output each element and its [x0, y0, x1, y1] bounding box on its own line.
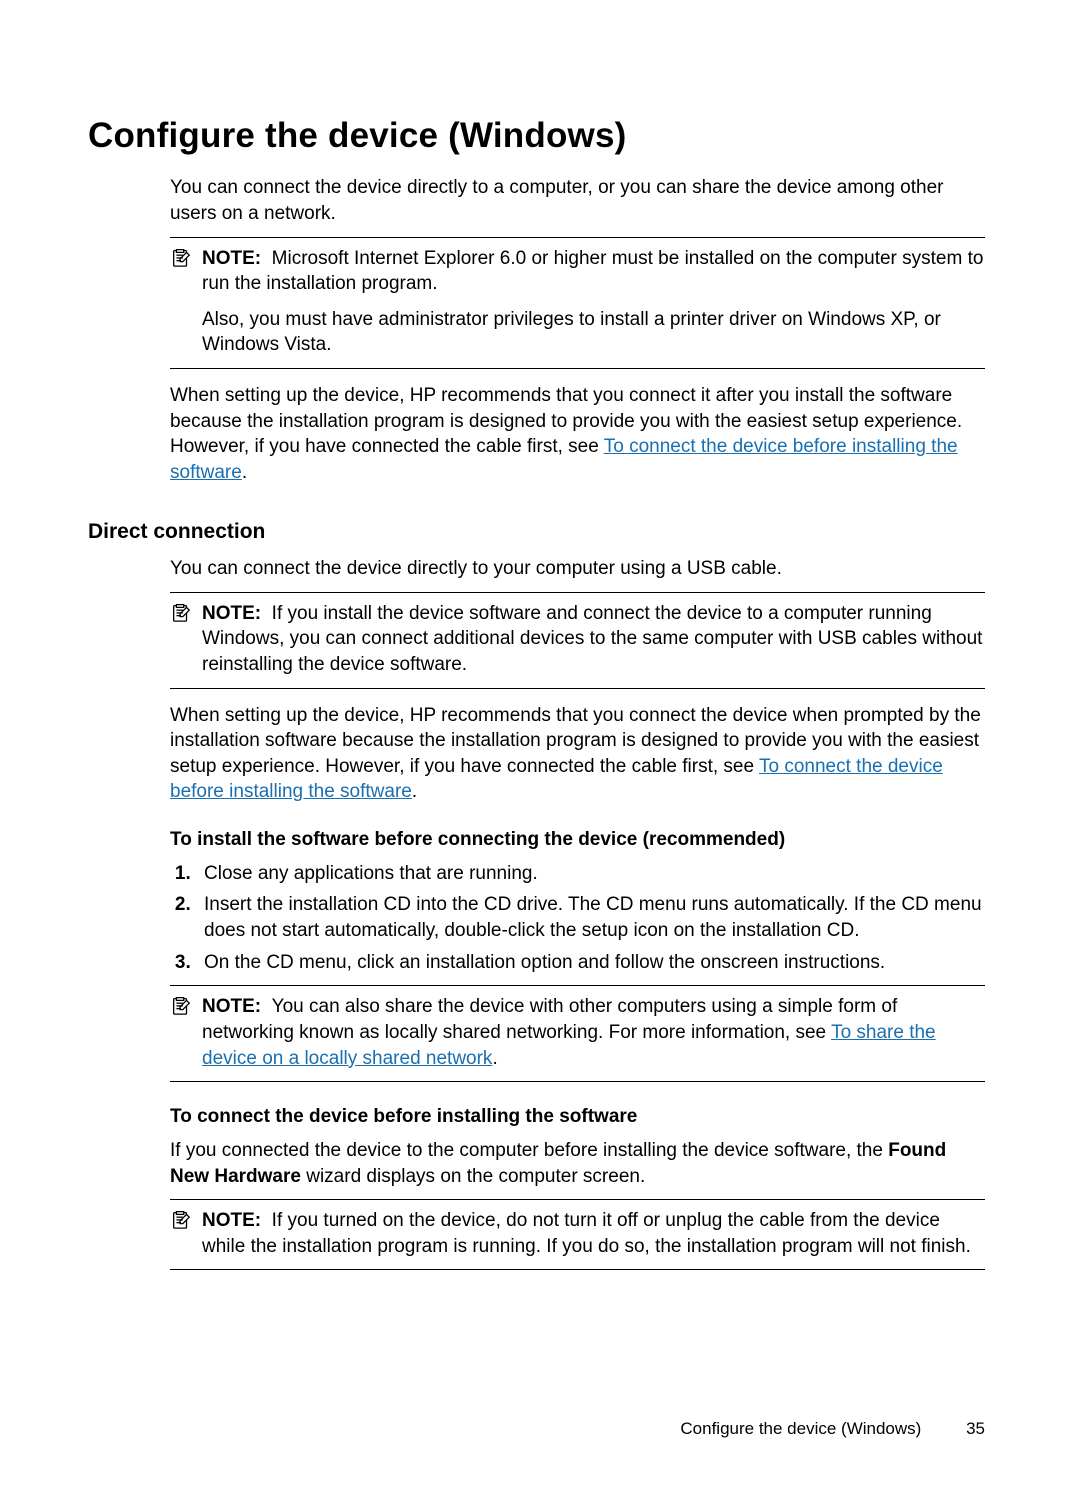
section-heading-direct-connection: Direct connection: [88, 518, 985, 546]
note-1-text-1: Microsoft Internet Explorer 6.0 or highe…: [202, 248, 983, 295]
note-icon: [170, 994, 192, 1024]
note-3-line: NOTE: You can also share the device with…: [202, 994, 985, 1071]
page-title: Configure the device (Windows): [88, 112, 985, 159]
page-number: 35: [966, 1419, 985, 1438]
note-icon: [170, 1208, 192, 1238]
connect-para-pre: If you connected the device to the compu…: [170, 1140, 888, 1161]
note-label: NOTE:: [202, 248, 261, 269]
body-column-direct: You can connect the device directly to y…: [170, 556, 985, 1270]
note-box-3: NOTE: You can also share the device with…: [170, 985, 985, 1082]
direct-intro: You can connect the device directly to y…: [170, 556, 985, 582]
note-2-text: If you install the device software and c…: [202, 603, 982, 675]
note-icon: [170, 601, 192, 631]
direct-para-post: .: [412, 781, 417, 802]
page-footer: Configure the device (Windows) 35: [680, 1418, 985, 1441]
note-label: NOTE:: [202, 996, 261, 1017]
note-box-1: NOTE: Microsoft Internet Explorer 6.0 or…: [170, 237, 985, 370]
note-2-line: NOTE: If you install the device software…: [202, 601, 985, 678]
subheading-connect-before: To connect the device before installing …: [170, 1104, 985, 1130]
note-icon: [170, 246, 192, 276]
post-note-1-post: .: [242, 462, 247, 483]
direct-paragraph: When setting up the device, HP recommend…: [170, 703, 985, 806]
note-label: NOTE:: [202, 603, 261, 624]
subheading-install-before: To install the software before connectin…: [170, 827, 985, 853]
document-page: Configure the device (Windows) You can c…: [0, 0, 1080, 1495]
note-box-2: NOTE: If you install the device software…: [170, 592, 985, 689]
note-box-4: NOTE: If you turned on the device, do no…: [170, 1199, 985, 1270]
note-3-pre: You can also share the device with other…: [202, 996, 897, 1043]
note-label: NOTE:: [202, 1210, 261, 1231]
note-1-text-2: Also, you must have administrator privil…: [202, 307, 985, 358]
post-note-paragraph-1: When setting up the device, HP recommend…: [170, 383, 985, 486]
intro-paragraph: You can connect the device directly to a…: [170, 175, 985, 226]
body-column: You can connect the device directly to a…: [170, 175, 985, 485]
install-steps-list: Close any applications that are running.…: [170, 861, 985, 976]
connect-para-post: wizard displays on the computer screen.: [301, 1166, 645, 1187]
connect-paragraph: If you connected the device to the compu…: [170, 1138, 985, 1189]
note-4-line: NOTE: If you turned on the device, do no…: [202, 1208, 985, 1259]
note-1-line-1: NOTE: Microsoft Internet Explorer 6.0 or…: [202, 246, 985, 297]
list-item: Close any applications that are running.: [196, 861, 985, 887]
footer-text: Configure the device (Windows): [680, 1419, 921, 1438]
list-item: On the CD menu, click an installation op…: [196, 950, 985, 976]
note-4-text: If you turned on the device, do not turn…: [202, 1210, 971, 1257]
list-item: Insert the installation CD into the CD d…: [196, 892, 985, 943]
note-3-post: .: [492, 1048, 497, 1069]
